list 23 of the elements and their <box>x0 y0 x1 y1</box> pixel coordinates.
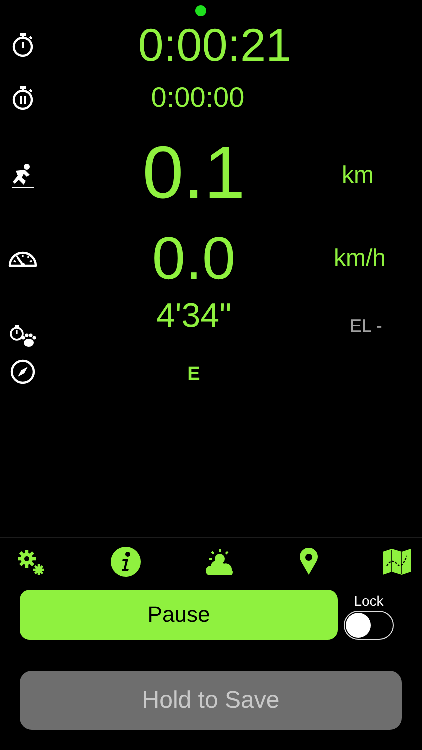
paused-time: 0:00:00 <box>150 84 246 112</box>
lock-toggle[interactable] <box>344 611 394 640</box>
settings-icon[interactable] <box>16 548 46 576</box>
compass-icon <box>10 359 36 385</box>
location-pin-icon[interactable] <box>298 548 318 576</box>
stopwatch-icon <box>11 32 35 58</box>
stopwatch-paw-icon <box>9 324 37 348</box>
speedometer-icon <box>8 250 38 268</box>
info-icon[interactable] <box>110 546 142 578</box>
heading-value: E <box>186 362 202 384</box>
unit-label: km/h <box>334 245 386 273</box>
elapsed-time: 0:00:21 <box>137 22 293 68</box>
pace-value: 4'34" <box>155 299 233 337</box>
pause-button[interactable]: Pause <box>20 590 338 640</box>
runner-icon <box>10 163 36 189</box>
sun-cloud-icon[interactable] <box>205 548 235 576</box>
lock-label: Lock <box>354 593 384 609</box>
gps-dot-icon <box>195 5 207 17</box>
elevation-label: EL - <box>350 316 382 336</box>
pause-stopwatch-icon <box>11 85 35 111</box>
map-icon[interactable] <box>382 548 412 576</box>
distance-value: 0.1 <box>142 132 246 210</box>
unit-label: km <box>342 161 374 190</box>
